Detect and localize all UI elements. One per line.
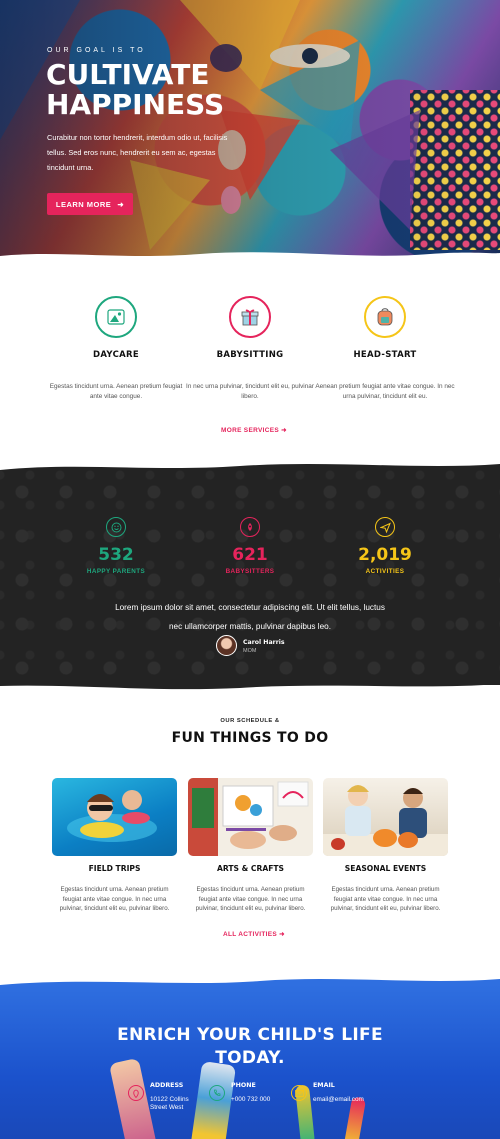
hero-title: CULTIVATE HAPPINESS bbox=[46, 60, 224, 120]
cta-line-1: ENRICH YOUR CHILD'S LIFE bbox=[117, 1025, 383, 1045]
service-babysitting[interactable]: BABYSITTING In nec urna pulvinar, tincid… bbox=[180, 296, 320, 402]
card-title: ARTS & CRAFTS bbox=[216, 864, 285, 873]
contact-label: ADDRESS bbox=[150, 1082, 184, 1089]
backpack-icon bbox=[364, 296, 406, 338]
address-line-1: 10122 Collins bbox=[150, 1096, 189, 1103]
phone-icon bbox=[209, 1085, 225, 1101]
all-activities-label: ALL ACTIVITIES bbox=[223, 931, 278, 938]
service-text: In nec urna pulvinar, tincidunt elit eu,… bbox=[186, 383, 314, 400]
learn-more-label: LEARN MORE bbox=[55, 199, 112, 209]
card-title: SEASONAL EVENTS bbox=[344, 864, 427, 873]
contact-value: 10122 Collins Street West bbox=[150, 1096, 189, 1112]
service-title: HEAD-START bbox=[353, 350, 417, 360]
arrow-right-icon: ➜ bbox=[279, 931, 285, 938]
contact-value: email@email.com bbox=[313, 1096, 364, 1103]
rocket-icon bbox=[240, 517, 260, 537]
hero-text: Curabitur non tortor hendrerit, interdum… bbox=[47, 133, 228, 172]
card-text: Egestas tincidunt urna. Aenean pretium f… bbox=[330, 886, 441, 912]
contact-phone[interactable]: PHONE +000 732 000 bbox=[209, 1082, 299, 1112]
card-field-trips[interactable]: FIELD TRIPS Egestas tincidunt urna. Aene… bbox=[52, 778, 177, 914]
paper-plane-icon bbox=[375, 517, 395, 537]
hero-title-line-2: HAPPINESS bbox=[46, 88, 225, 121]
stat-label: ACTIVITIES bbox=[365, 568, 405, 575]
testimonial-author-name: Carol Harris bbox=[243, 639, 285, 646]
card-title: FIELD TRIPS bbox=[88, 864, 141, 873]
learn-more-button[interactable]: LEARN MORE ➜ bbox=[47, 193, 133, 215]
hero-section: OUR GOAL IS TO CULTIVATE HAPPINESS Curab… bbox=[0, 0, 500, 262]
dark-bottom-wave bbox=[0, 676, 500, 690]
service-title: BABYSITTING bbox=[216, 350, 284, 360]
cta-headline: ENRICH YOUR CHILD'S LIFE TODAY. bbox=[0, 1024, 500, 1070]
stat-happy-parents: 532 HAPPY PARENTS bbox=[46, 517, 186, 575]
card-text: Egestas tincidunt urna. Aenean pretium f… bbox=[195, 886, 306, 912]
contact-value: +000 732 000 bbox=[231, 1096, 271, 1103]
stat-activities: 2,019 ACTIVITIES bbox=[315, 517, 455, 575]
all-activities-link[interactable]: ALL ACTIVITIES ➜ bbox=[223, 930, 285, 938]
smile-icon bbox=[106, 517, 126, 537]
gift-icon bbox=[229, 296, 271, 338]
contact-label: PHONE bbox=[231, 1082, 256, 1089]
hero-title-line-1: CULTIVATE bbox=[46, 58, 210, 91]
contact-email[interactable]: EMAIL email@email.com bbox=[291, 1082, 391, 1112]
seasonal-events-image bbox=[323, 778, 448, 856]
contact-address: ADDRESS 10122 Collins Street West bbox=[128, 1082, 218, 1122]
mail-icon bbox=[291, 1085, 307, 1101]
more-services-link[interactable]: MORE SERVICES ➜ bbox=[221, 426, 287, 434]
stat-number: 532 bbox=[98, 545, 134, 565]
service-text: Aenean pretium feugiat ante vitae congue… bbox=[315, 383, 455, 400]
stat-label: HAPPY PARENTS bbox=[86, 568, 146, 575]
card-seasonal-events[interactable]: SEASONAL EVENTS Egestas tincidunt urna. … bbox=[323, 778, 448, 914]
map-pin-icon bbox=[128, 1085, 144, 1101]
arts-crafts-image bbox=[188, 778, 313, 856]
arrow-right-icon: ➜ bbox=[117, 199, 125, 209]
service-title: DAYCARE bbox=[93, 350, 139, 360]
stat-number: 2,019 bbox=[358, 545, 412, 565]
more-services-label: MORE SERVICES bbox=[221, 427, 279, 434]
service-daycare[interactable]: DAYCARE Egestas tincidunt urna. Aenean p… bbox=[46, 296, 186, 402]
contact-label: EMAIL bbox=[313, 1082, 335, 1089]
stat-label: BABYSITTERS bbox=[225, 568, 275, 575]
testimonial-author-role: MOM bbox=[243, 648, 257, 654]
page: OUR GOAL IS TO CULTIVATE HAPPINESS Curab… bbox=[0, 0, 500, 1139]
service-text: Egestas tincidunt urna. Aenean pretium f… bbox=[49, 383, 183, 400]
stat-number: 621 bbox=[232, 545, 268, 565]
schedule-eyebrow: OUR SCHEDULE & bbox=[220, 718, 280, 724]
hero-bottom-wave bbox=[0, 252, 500, 268]
avatar bbox=[216, 635, 237, 656]
testimonial-quote: Lorem ipsum dolor sit amet, consectetur … bbox=[115, 603, 385, 631]
card-arts-crafts[interactable]: ARTS & CRAFTS Egestas tincidunt urna. Ae… bbox=[188, 778, 313, 914]
schedule-title: FUN THINGS TO DO bbox=[171, 730, 329, 746]
card-text: Egestas tincidunt urna. Aenean pretium f… bbox=[59, 886, 170, 912]
arrow-right-icon: ➜ bbox=[281, 427, 287, 434]
cta-line-2: TODAY. bbox=[215, 1048, 285, 1068]
picture-icon bbox=[95, 296, 137, 338]
address-line-2: Street West bbox=[150, 1104, 184, 1111]
hero-eyebrow: OUR GOAL IS TO bbox=[47, 47, 146, 54]
stat-babysitters: 621 BABYSITTERS bbox=[180, 517, 320, 575]
service-head-start[interactable]: HEAD-START Aenean pretium feugiat ante v… bbox=[315, 296, 455, 402]
field-trips-image bbox=[52, 778, 177, 856]
